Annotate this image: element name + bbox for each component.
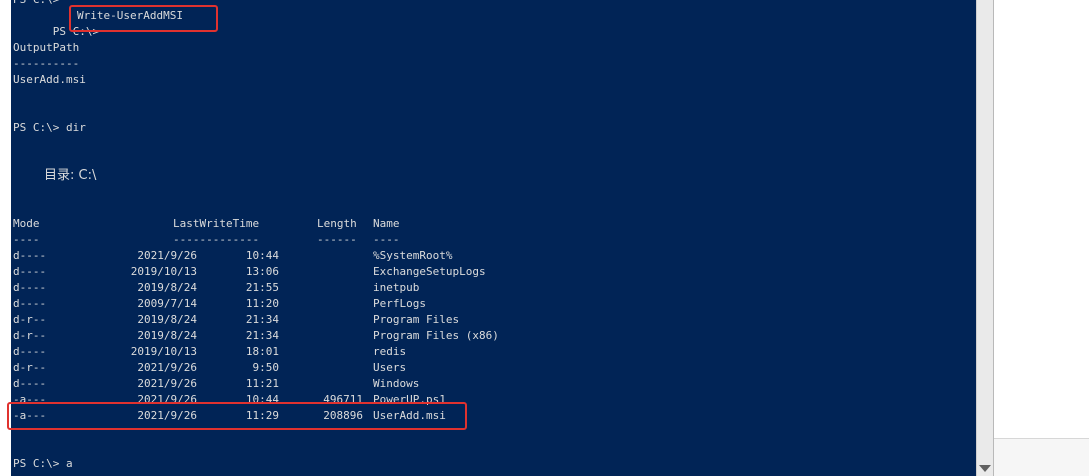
command-highlight-box: [69, 5, 218, 32]
row-date: 2019/10/13: [130, 345, 197, 358]
row-mode: d-r--: [13, 329, 47, 342]
row-mode: d----: [13, 377, 47, 390]
row-time: 18:01: [245, 345, 279, 358]
row-time: 11:21: [245, 377, 279, 390]
row-name: inetpub: [373, 281, 420, 294]
header-mode: Mode: [13, 217, 40, 230]
row-date: 2019/8/24: [137, 329, 197, 342]
row-name: Program Files: [373, 313, 460, 326]
rule-mode: ----: [13, 233, 40, 246]
row-name: ExchangeSetupLogs: [373, 265, 486, 278]
row-date: 2021/9/26: [137, 361, 197, 374]
prompt-line-dir: PS C:\> dir: [13, 121, 86, 134]
row-mode: d----: [13, 345, 47, 358]
row-name: redis: [373, 345, 407, 358]
row-mode: d----: [13, 265, 47, 278]
row-mode: d----: [13, 281, 47, 294]
prompt-line-input[interactable]: PS C:\> a: [13, 456, 73, 472]
row-time: 21:34: [245, 329, 279, 342]
row-mode: d----: [13, 297, 47, 310]
rule-lastwritetime: -------------: [173, 233, 260, 246]
directory-label: 目录: C:\: [44, 168, 97, 183]
header-length: Length: [317, 217, 357, 230]
row-date: 2019/8/24: [137, 281, 197, 294]
row-date: 2009/7/14: [137, 297, 197, 310]
table-header-row: Mode LastWriteTime Length Name: [13, 216, 400, 232]
row-date: 2021/9/26: [137, 249, 197, 262]
row-time: 21:34: [245, 313, 279, 326]
screenshot-stage: PS C:\> PS C:\> Write-UserAddMSI OutputP…: [0, 0, 1089, 476]
row-time: 11:20: [245, 297, 279, 310]
output-path-rule: ----------: [13, 57, 80, 70]
row-mode: d----: [13, 249, 47, 262]
header-lastwritetime: LastWriteTime: [173, 217, 260, 230]
row-time: 10:44: [245, 249, 279, 262]
row-date: 2019/8/24: [137, 313, 197, 326]
scroll-down-arrow-icon[interactable]: [979, 465, 991, 472]
row-date: 2019/10/13: [130, 265, 197, 278]
row-name: Users: [373, 361, 407, 374]
row-name: PerfLogs: [373, 297, 426, 310]
row-time: 13:06: [245, 265, 279, 278]
row-name: Program Files (x86): [373, 329, 499, 342]
output-path-value: UserAdd.msi: [13, 73, 86, 86]
output-path-header: OutputPath: [13, 41, 80, 54]
vertical-scrollbar[interactable]: [976, 0, 994, 476]
partial-prompt-line: PS C:\>: [13, 0, 59, 8]
useradd-msi-highlight-box: [7, 402, 467, 430]
row-mode: d-r--: [13, 313, 47, 326]
background-window: [994, 438, 1089, 476]
header-name: Name: [373, 217, 400, 230]
row-mode: d-r--: [13, 361, 47, 374]
rule-length: ------: [317, 233, 357, 246]
row-time: 21:55: [245, 281, 279, 294]
rule-name: ----: [373, 233, 400, 246]
row-name: %SystemRoot%: [373, 249, 453, 262]
row-name: Windows: [373, 377, 420, 390]
row-time: 9:50: [252, 361, 280, 374]
table-rule-row: ---- ------------- ------ ----: [13, 232, 400, 248]
row-date: 2021/9/26: [137, 377, 197, 390]
